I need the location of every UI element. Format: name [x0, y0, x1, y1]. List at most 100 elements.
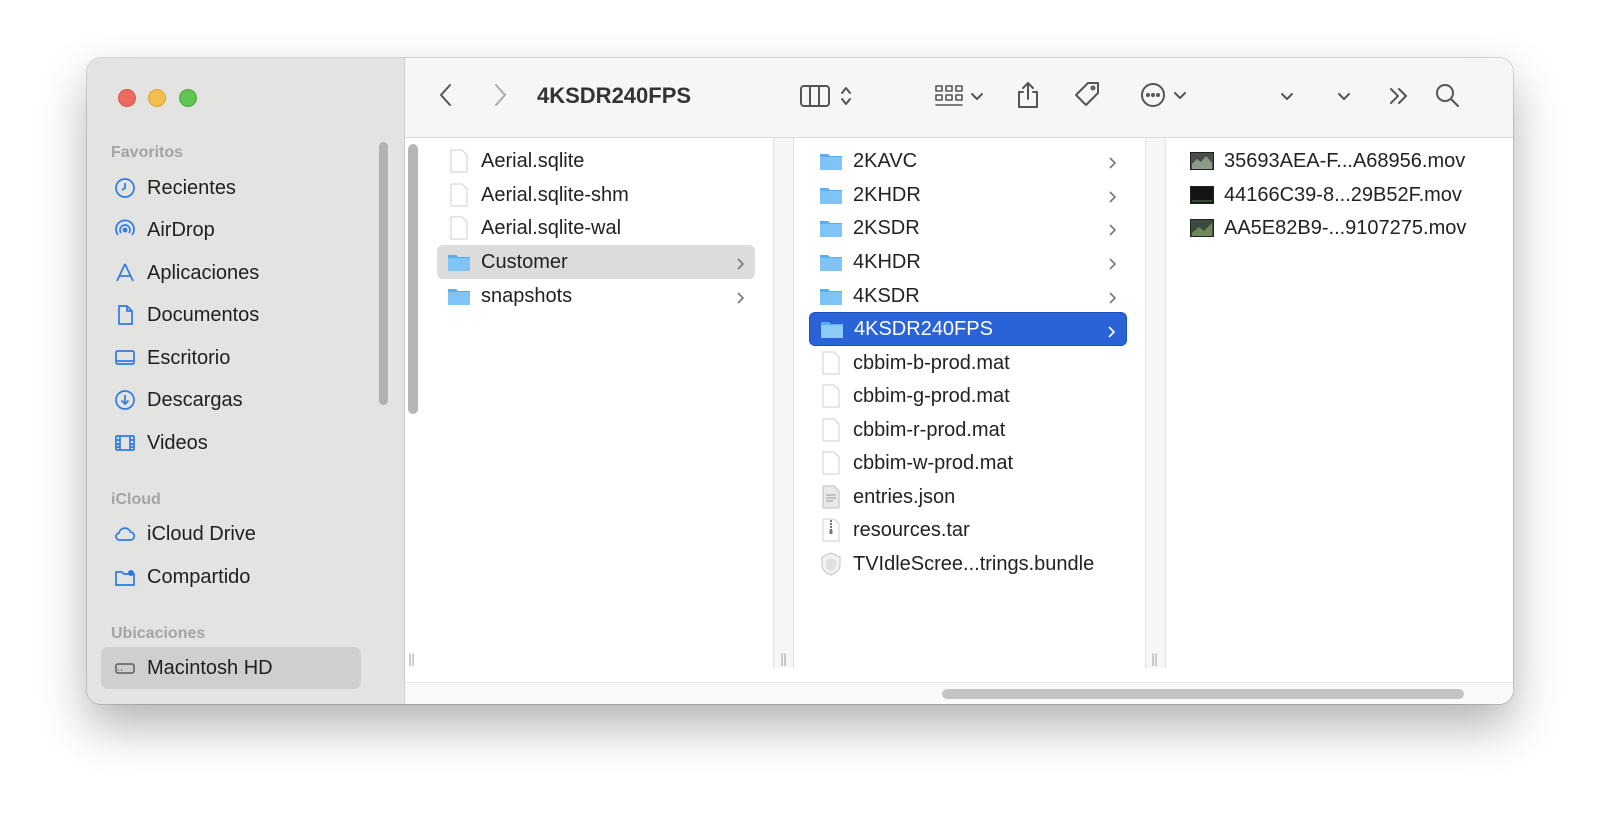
- sidebar-item-descargas[interactable]: Descargas: [101, 379, 361, 421]
- airdrop-icon: [113, 218, 137, 242]
- file-row[interactable]: cbbim-w-prod.mat: [809, 446, 1127, 480]
- folder-icon: [820, 317, 844, 341]
- sidebar-item-macintosh-hd[interactable]: Macintosh HD: [101, 647, 361, 689]
- folder-row[interactable]: 4KSDR: [809, 279, 1127, 313]
- share-button[interactable]: [1013, 80, 1043, 114]
- folder-row[interactable]: 4KHDR: [809, 245, 1127, 279]
- file-row[interactable]: Aerial.sqlite: [437, 144, 755, 178]
- grid-icon: [934, 83, 964, 114]
- file-row[interactable]: 35693AEA-F...A68956.mov: [1180, 144, 1500, 178]
- share-icon: [1015, 80, 1041, 115]
- sidebar-item-videos[interactable]: Videos: [101, 422, 361, 464]
- column-view-icon: [799, 83, 831, 114]
- folder-icon: [819, 149, 843, 173]
- folder-name: 2KHDR: [853, 183, 921, 206]
- back-button[interactable]: [431, 82, 461, 112]
- chevron-right-icon: [1107, 288, 1117, 311]
- chevron-down-icon: [1337, 89, 1351, 107]
- folder-row[interactable]: 2KSDR: [809, 211, 1127, 245]
- cloud-icon: [113, 522, 137, 546]
- column-resize-handle[interactable]: ||: [408, 652, 415, 666]
- file-icon: [819, 418, 843, 442]
- zoom-window-button[interactable]: [179, 89, 197, 107]
- file-row[interactable]: resources.tar: [809, 513, 1127, 547]
- folder-icon: [447, 250, 471, 274]
- ellipsis-circle-icon: [1139, 81, 1167, 114]
- applications-icon: [113, 261, 137, 285]
- close-window-button[interactable]: [118, 89, 136, 107]
- group-button[interactable]: [929, 82, 989, 114]
- column-browser: Aerial.sqlite Aerial.sqlite-shm Aerial.s…: [405, 138, 1513, 704]
- column-scrollbar[interactable]: [408, 144, 418, 414]
- folder-row-selected[interactable]: 4KSDR240FPS: [809, 312, 1127, 346]
- sidebar-item-label: iCloud Drive: [147, 522, 256, 545]
- column-resize-handle[interactable]: ||: [1151, 652, 1158, 666]
- shared-folder-icon: [113, 565, 137, 589]
- file-name: cbbim-b-prod.mat: [853, 351, 1010, 374]
- file-name: Aerial.sqlite-wal: [481, 216, 622, 239]
- folder-row[interactable]: snapshots: [437, 279, 755, 313]
- file-icon: [447, 216, 471, 240]
- file-icon: [819, 384, 843, 408]
- file-row[interactable]: Aerial.sqlite-wal: [437, 211, 755, 245]
- sidebar-item-airdrop[interactable]: AirDrop: [101, 209, 361, 251]
- video-thumbnail-icon: [1190, 183, 1214, 207]
- chevron-right-icon: [1107, 220, 1117, 243]
- sidebar-item-label: Escritorio: [147, 346, 231, 369]
- horizontal-scrollbar-thumb[interactable]: [942, 689, 1464, 699]
- chevron-left-icon: [438, 82, 454, 113]
- file-row[interactable]: Aerial.sqlite-shm: [437, 178, 755, 212]
- folder-row[interactable]: 2KHDR: [809, 178, 1127, 212]
- chevron-down-icon: [970, 89, 984, 107]
- file-row[interactable]: cbbim-b-prod.mat: [809, 346, 1127, 380]
- overflow-button[interactable]: [1385, 84, 1413, 112]
- search-button[interactable]: [1432, 82, 1462, 112]
- sidebar-item-icloud-drive[interactable]: iCloud Drive: [101, 513, 361, 555]
- sidebar-item-recientes[interactable]: Recientes: [101, 167, 361, 209]
- folder-row[interactable]: Customer: [437, 245, 755, 279]
- chevron-right-icon: [1107, 187, 1117, 210]
- chevron-right-icon: [735, 254, 745, 277]
- file-icon: [447, 183, 471, 207]
- film-icon: [113, 431, 137, 455]
- sidebar-item-escritorio[interactable]: Escritorio: [101, 337, 361, 379]
- forward-button[interactable]: [485, 82, 515, 112]
- view-mode-button[interactable]: [791, 82, 861, 114]
- file-icon: [447, 149, 471, 173]
- toolbar-dropdown-1[interactable]: [1277, 88, 1297, 108]
- sidebar-item-compartido[interactable]: Compartido: [101, 556, 361, 598]
- file-name: resources.tar: [853, 518, 970, 541]
- tag-button[interactable]: [1071, 80, 1105, 114]
- file-icon: [819, 351, 843, 375]
- chevron-right-icon: [735, 288, 745, 311]
- sidebar-item-aplicaciones[interactable]: Aplicaciones: [101, 252, 361, 294]
- tag-icon: [1073, 80, 1103, 115]
- folder-name: 4KSDR: [853, 284, 920, 307]
- sidebar-item-documentos[interactable]: Documentos: [101, 294, 361, 336]
- sidebar-scrollbar[interactable]: [379, 142, 388, 405]
- hard-drive-icon: [113, 656, 137, 680]
- more-actions-button[interactable]: [1135, 81, 1191, 113]
- file-row[interactable]: 44166C39-8...29B52F.mov: [1180, 178, 1500, 212]
- folder-row[interactable]: 2KAVC: [809, 144, 1127, 178]
- file-row[interactable]: AA5E82B9-...9107275.mov: [1180, 211, 1500, 245]
- chevron-down-icon: [1173, 88, 1187, 106]
- horizontal-scrollbar[interactable]: [405, 682, 1513, 704]
- file-row[interactable]: entries.json: [809, 480, 1127, 514]
- file-name: Aerial.sqlite: [481, 149, 585, 172]
- column-divider: [773, 138, 774, 668]
- file-name: cbbim-r-prod.mat: [853, 418, 1006, 441]
- folder-icon: [819, 216, 843, 240]
- chevron-right-icon: [1106, 322, 1116, 345]
- column-resize-handle[interactable]: ||: [780, 652, 787, 666]
- column-1: Aerial.sqlite Aerial.sqlite-shm Aerial.s…: [421, 138, 773, 668]
- file-name: cbbim-w-prod.mat: [853, 451, 1014, 474]
- minimize-window-button[interactable]: [148, 89, 166, 107]
- file-row[interactable]: cbbim-g-prod.mat: [809, 379, 1127, 413]
- file-name: Aerial.sqlite-shm: [481, 183, 629, 206]
- sidebar-section-ubicaciones: Ubicaciones: [111, 625, 206, 642]
- file-row[interactable]: cbbim-r-prod.mat: [809, 413, 1127, 447]
- chevron-down-icon: [1280, 89, 1294, 107]
- toolbar-dropdown-2[interactable]: [1334, 88, 1354, 108]
- file-row[interactable]: TVIdleScree...trings.bundle: [809, 547, 1127, 581]
